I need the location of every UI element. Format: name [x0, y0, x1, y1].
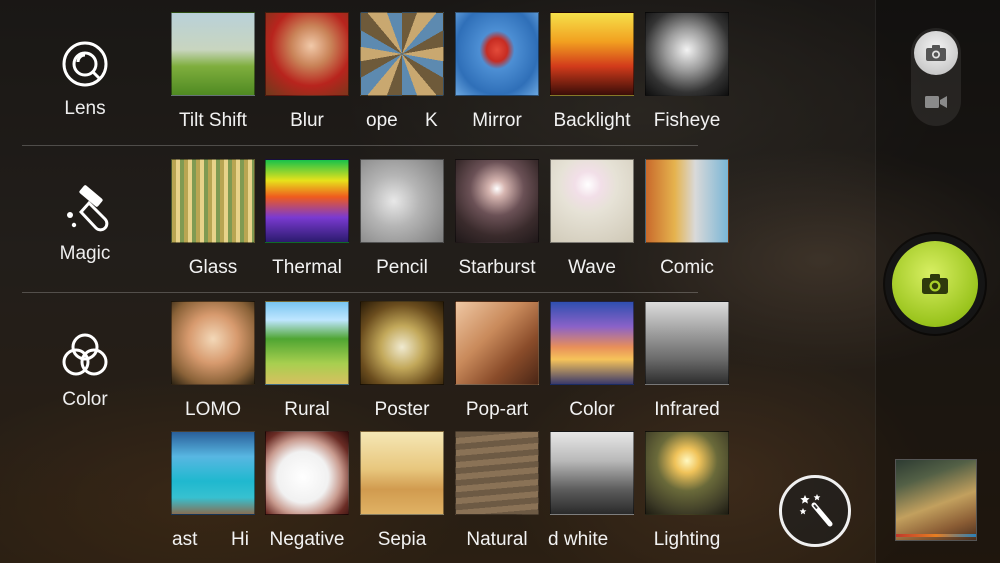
effect-label: Thermal — [272, 257, 342, 278]
effect-label: Blur — [290, 110, 324, 131]
magic-effect-button[interactable] — [779, 475, 851, 547]
category-label: Magic — [59, 243, 111, 264]
effect-tile-wave[interactable] — [550, 159, 634, 243]
effect-label: Poster — [374, 399, 430, 420]
shutter-button[interactable] — [892, 241, 978, 327]
video-mode-button[interactable] — [914, 80, 958, 124]
effect-label: Natural — [466, 529, 528, 550]
effect-tile-comic[interactable] — [645, 159, 729, 243]
effect-label: Sepia — [377, 529, 427, 550]
effect-tile-sepia[interactable] — [360, 431, 444, 515]
effect-tile-thermal[interactable] — [265, 159, 349, 243]
effect-tile-fisheye[interactable] — [645, 12, 729, 96]
gallery-thumbnail[interactable] — [895, 459, 977, 541]
category-color[interactable]: Color — [22, 331, 148, 411]
category-label: Lens — [64, 98, 106, 119]
effect-label: ope — [366, 110, 398, 131]
effect-tile-infrared[interactable] — [645, 301, 729, 385]
effect-label: Color — [569, 399, 615, 420]
effect-tile-natural[interactable] — [455, 431, 539, 515]
effect-label: LOMO — [185, 399, 241, 420]
category-magic[interactable]: Magic — [22, 185, 148, 265]
effect-label: d white — [548, 529, 609, 550]
effect-tile-negative[interactable] — [265, 431, 349, 515]
effect-tile-backlight[interactable] — [550, 12, 634, 96]
effect-label: Starburst — [458, 257, 536, 278]
photo-mode-button[interactable] — [914, 31, 958, 75]
video-camera-icon — [925, 96, 947, 108]
effect-tile-kaleidoscope[interactable] — [360, 12, 444, 96]
effect-tile-lighting[interactable] — [645, 431, 729, 515]
effect-label: Fisheye — [653, 110, 721, 131]
effect-label: Negative — [269, 529, 345, 550]
effect-label: Mirror — [472, 110, 522, 131]
effect-label: ast — [172, 529, 198, 550]
effect-tile-blur[interactable] — [265, 12, 349, 96]
effect-label: Backlight — [553, 110, 631, 131]
divider — [22, 145, 698, 146]
camera-icon — [922, 274, 948, 294]
effect-tile-black-and-white[interactable] — [550, 431, 634, 515]
category-lens[interactable]: Lens — [22, 40, 148, 120]
magic-wand-icon — [799, 494, 833, 527]
magic-potion-icon — [67, 185, 109, 232]
effect-tile-mirror[interactable] — [455, 12, 539, 96]
category-label: Color — [62, 389, 108, 410]
effect-tile-lomo[interactable] — [171, 301, 255, 385]
color-circles-icon — [62, 333, 108, 376]
effect-tile-rural[interactable] — [265, 301, 349, 385]
effect-label: Infrared — [654, 399, 720, 420]
lens-icon — [62, 41, 108, 87]
effect-label: Pencil — [376, 257, 428, 278]
effect-label: Lighting — [653, 529, 721, 550]
effect-tile-poster[interactable] — [360, 301, 444, 385]
effect-label: Wave — [568, 257, 616, 278]
effect-label: K — [425, 110, 438, 131]
effect-tile-glass[interactable] — [171, 159, 255, 243]
effect-label: Hi — [231, 529, 249, 550]
effect-tile-tilt-shift[interactable] — [171, 12, 255, 96]
effect-label: Comic — [660, 257, 714, 278]
effect-label: Pop-art — [465, 399, 529, 420]
effect-label: Tilt Shift — [179, 110, 247, 131]
effect-tile-pop-art[interactable] — [455, 301, 539, 385]
effect-tile-color[interactable] — [550, 301, 634, 385]
effect-label: Glass — [188, 257, 238, 278]
effect-tile-starburst[interactable] — [455, 159, 539, 243]
effect-label: Rural — [284, 399, 330, 420]
divider — [22, 292, 698, 293]
camera-icon — [926, 45, 946, 61]
effect-tile-pencil[interactable] — [360, 159, 444, 243]
effect-tile-high-contrast[interactable] — [171, 431, 255, 515]
